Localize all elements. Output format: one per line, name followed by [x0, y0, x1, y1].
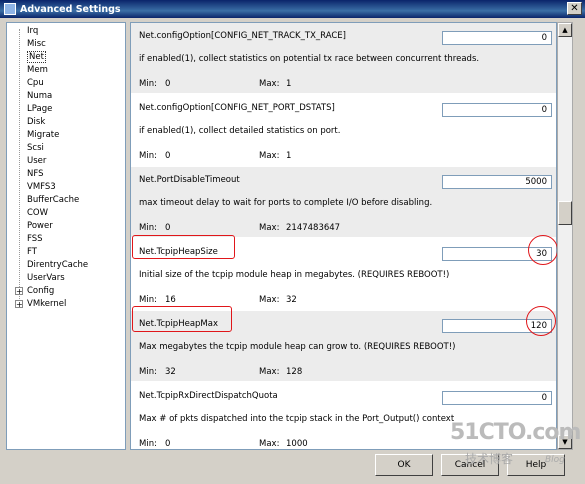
- scroll-up-icon[interactable]: ▲: [558, 23, 572, 37]
- option-value-input[interactable]: 0: [442, 31, 552, 45]
- tree-item-cow[interactable]: COW: [27, 207, 48, 219]
- min-label: Min:: [139, 151, 157, 161]
- option-name: Net.PortDisableTimeout: [139, 175, 240, 185]
- tree-item-power[interactable]: Power: [27, 220, 53, 232]
- max-label: Max:: [259, 367, 280, 377]
- tree-item-cpu[interactable]: Cpu: [27, 77, 44, 89]
- tree-item-numa[interactable]: Numa: [27, 90, 52, 102]
- tree-item-disk[interactable]: Disk: [27, 116, 45, 128]
- min-value: 0: [165, 151, 171, 161]
- tree-item-migrate[interactable]: Migrate: [27, 129, 59, 141]
- tree-item-uservars[interactable]: UserVars: [27, 272, 65, 284]
- max-label: Max:: [259, 151, 280, 161]
- min-label: Min:: [139, 295, 157, 305]
- tree-item-config[interactable]: Config: [27, 285, 54, 297]
- tree-item-buffercache[interactable]: BufferCache: [27, 194, 79, 206]
- watermark-site: 51CTO.com: [450, 420, 581, 445]
- highlight-box-heapsize: [132, 235, 235, 259]
- max-value: 32: [286, 295, 297, 305]
- option-row: Net.configOption[CONFIG_NET_PORT_DSTATS]…: [131, 95, 556, 165]
- max-label: Max:: [259, 79, 280, 89]
- max-value: 1: [286, 79, 292, 89]
- max-value: 1: [286, 151, 292, 161]
- watermark-tagline: 技术博客: [465, 452, 514, 466]
- option-description: if enabled(1), collect statistics on pot…: [139, 54, 480, 64]
- max-label: Max:: [259, 439, 280, 449]
- tree-item-irq[interactable]: Irq: [27, 25, 38, 37]
- option-description: max timeout delay to wait for ports to c…: [139, 198, 433, 208]
- tree-item-direntrycache[interactable]: DirentryCache: [27, 259, 88, 271]
- tree-item-vmkernel[interactable]: VMkernel: [27, 298, 66, 310]
- option-row: Net.configOption[CONFIG_NET_TRACK_TX_RAC…: [131, 23, 556, 93]
- min-label: Min:: [139, 79, 157, 89]
- max-label: Max:: [259, 223, 280, 233]
- min-value: 16: [165, 295, 176, 305]
- option-value-input[interactable]: 0: [442, 103, 552, 117]
- highlight-circle-heapsize: [528, 235, 558, 265]
- close-icon: ✕: [570, 3, 579, 14]
- window-title: Advanced Settings: [20, 3, 121, 15]
- expand-config-icon[interactable]: +: [15, 287, 23, 296]
- max-value: 128: [286, 367, 303, 377]
- option-name: Net.configOption[CONFIG_NET_TRACK_TX_RAC…: [139, 31, 346, 41]
- options-scrollbar[interactable]: ▲ ▼: [557, 22, 573, 450]
- tree-item-mem[interactable]: Mem: [27, 64, 48, 76]
- min-label: Min:: [139, 223, 157, 233]
- tree-item-misc[interactable]: Misc: [27, 38, 46, 50]
- min-label: Min:: [139, 439, 157, 449]
- settings-tree: Irq Misc Net Mem Cpu Numa LPage Disk Mig…: [6, 22, 126, 450]
- option-value-input[interactable]: 5000: [442, 175, 552, 189]
- tree-item-ft[interactable]: FT: [27, 246, 37, 258]
- tree-item-scsi[interactable]: Scsi: [27, 142, 44, 154]
- max-value: 1000: [286, 439, 308, 449]
- scroll-thumb[interactable]: [558, 201, 572, 225]
- close-button[interactable]: ✕: [567, 2, 582, 15]
- tree-guide-line: [19, 29, 20, 305]
- min-value: 32: [165, 367, 176, 377]
- option-description: Max # of pkts dispatched into the tcpip …: [139, 414, 455, 424]
- watermark-blog: Blog: [545, 455, 565, 465]
- option-value-input[interactable]: 0: [442, 391, 552, 405]
- max-value: 2147483647: [286, 223, 341, 233]
- tree-item-nfs[interactable]: NFS: [27, 168, 44, 180]
- ok-button[interactable]: OK: [375, 454, 433, 476]
- option-name: Net.configOption[CONFIG_NET_PORT_DSTATS]: [139, 103, 335, 113]
- tree-item-net[interactable]: Net: [27, 51, 46, 63]
- option-description: Max megabytes the tcpip module heap can …: [139, 342, 456, 352]
- option-row: Net.PortDisableTimeout 5000 max timeout …: [131, 167, 556, 237]
- highlight-box-heapmax: [132, 306, 232, 332]
- highlight-circle-heapmax: [526, 306, 556, 336]
- tree-item-vmfs3[interactable]: VMFS3: [27, 181, 56, 193]
- max-label: Max:: [259, 295, 280, 305]
- expand-vmkernel-icon[interactable]: +: [15, 300, 23, 309]
- min-label: Min:: [139, 367, 157, 377]
- option-description: if enabled(1), collect detailed statisti…: [139, 126, 341, 136]
- min-value: 0: [165, 79, 171, 89]
- min-value: 0: [165, 439, 171, 449]
- title-bar: Advanced Settings ✕: [0, 0, 585, 18]
- min-value: 0: [165, 223, 171, 233]
- tree-item-user[interactable]: User: [27, 155, 46, 167]
- tree-item-lpage[interactable]: LPage: [27, 103, 52, 115]
- tree-item-fss[interactable]: FSS: [27, 233, 43, 245]
- option-description: Initial size of the tcpip module heap in…: [139, 270, 450, 280]
- option-name: Net.TcpipRxDirectDispatchQuota: [139, 391, 278, 401]
- window-icon: [4, 3, 16, 15]
